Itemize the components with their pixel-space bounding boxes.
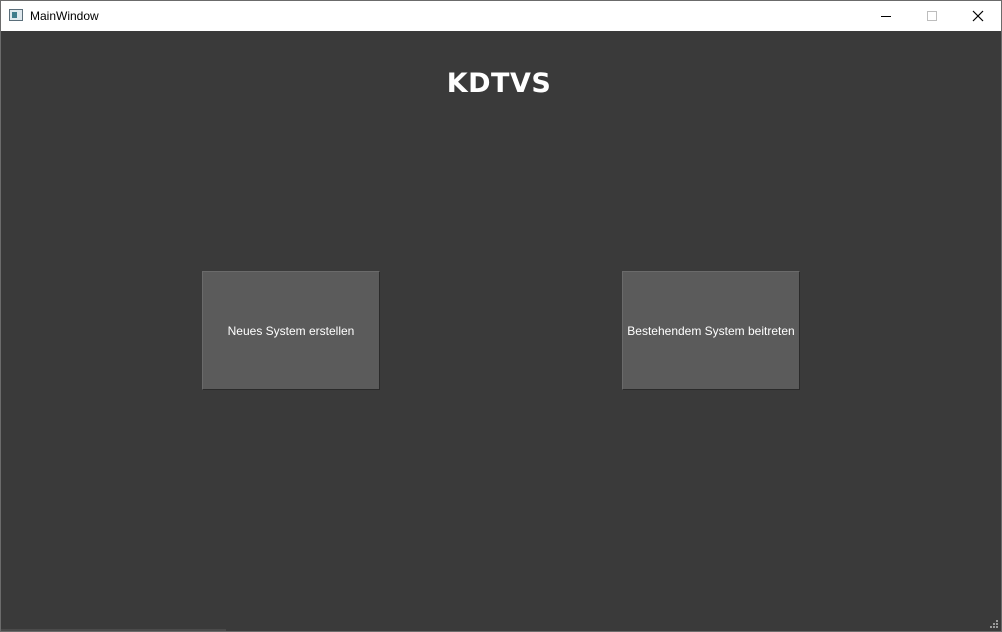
close-icon <box>972 10 984 22</box>
resize-grip-icon[interactable] <box>989 619 999 629</box>
minimize-icon <box>881 16 891 17</box>
main-content: KDTVS Neues System erstellen Bestehendem… <box>1 31 1001 631</box>
app-window-icon <box>9 9 23 21</box>
maximize-button[interactable] <box>909 1 955 31</box>
title-bar[interactable]: MainWindow <box>1 1 1001 31</box>
create-new-system-button[interactable]: Neues System erstellen <box>202 271 380 390</box>
status-bar-remnant <box>1 629 226 631</box>
close-button[interactable] <box>955 1 1001 31</box>
window-title: MainWindow <box>30 9 99 23</box>
main-window: MainWindow KDTVS Neues System erstellen … <box>0 0 1002 632</box>
join-existing-system-button[interactable]: Bestehendem System beitreten <box>622 271 800 390</box>
minimize-button[interactable] <box>863 1 909 31</box>
maximize-icon <box>927 11 937 21</box>
page-title: KDTVS <box>446 68 552 99</box>
